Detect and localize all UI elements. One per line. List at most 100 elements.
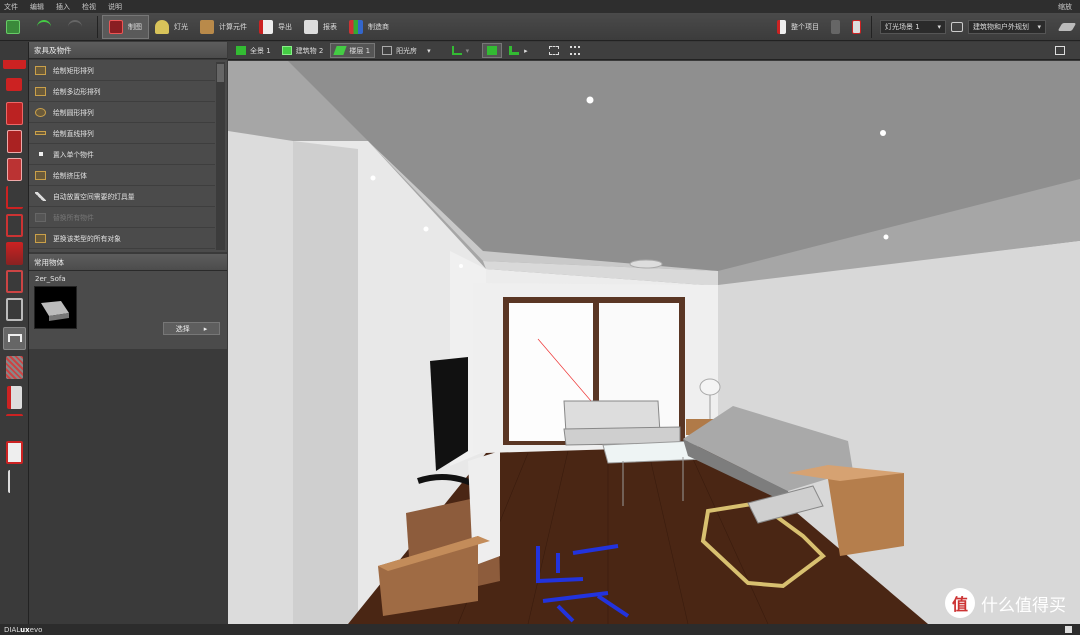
roof-tool-icon[interactable] <box>6 242 23 265</box>
tab-floor[interactable]: 楼层 1 <box>330 43 376 58</box>
menu-help[interactable]: 说明 <box>108 2 122 12</box>
view-solid-button[interactable] <box>482 43 503 58</box>
tool-calc[interactable]: 计算元件 <box>194 15 253 39</box>
change-type-icon <box>35 233 46 243</box>
measure-button[interactable] <box>566 43 584 58</box>
action-scrollbar[interactable] <box>216 62 225 250</box>
furniture-tool-icon[interactable] <box>3 327 26 350</box>
box-outline-icon[interactable] <box>6 214 23 237</box>
menu-file[interactable]: 文件 <box>4 2 18 12</box>
fullscreen-button[interactable] <box>1051 43 1069 58</box>
action-change-type[interactable]: 更换该类型的所有对象 <box>29 228 215 249</box>
brand-suffix: evo <box>29 625 43 634</box>
floor-tool-icon[interactable] <box>3 46 26 69</box>
action-auto-place[interactable]: 自动放置空间需要的灯具量 <box>29 186 215 207</box>
room-tool-icon[interactable] <box>6 78 22 91</box>
window-box-icon[interactable] <box>6 270 23 293</box>
save-icon <box>6 19 20 34</box>
project-button[interactable]: 整个项目 <box>771 15 825 39</box>
view-wire-button[interactable]: ▸ <box>505 43 532 58</box>
tool-draw[interactable]: 制图 <box>102 14 149 39</box>
planning-select[interactable]: 建筑物和户外规划 ▾ <box>968 20 1046 34</box>
fit-icon <box>548 46 559 55</box>
wire-view-icon <box>509 46 520 55</box>
plane-button[interactable] <box>1054 15 1080 39</box>
solid-view-icon <box>487 46 498 55</box>
watermark: 值 什么值得买 <box>945 588 1066 618</box>
menu-edit[interactable]: 编辑 <box>30 2 44 12</box>
panel-title: 家具及物件 <box>29 42 227 59</box>
choose-button[interactable]: 选择 ▸ <box>163 322 220 335</box>
undo-icon <box>37 19 51 34</box>
draw-icon <box>109 19 123 34</box>
polygon-array-icon <box>35 86 46 96</box>
extrusion-icon <box>35 170 46 180</box>
luminaire-tool-icon[interactable] <box>7 386 22 409</box>
scrollbar-thumb[interactable] <box>217 64 224 82</box>
chevron-right-icon: ▸ <box>203 324 208 333</box>
action-polygon-array[interactable]: 绘制多边形排列 <box>29 81 215 102</box>
action-place-single[interactable]: 置入单个物件 <box>29 144 215 165</box>
report-icon <box>304 19 318 34</box>
cube-red-icon[interactable] <box>6 102 23 125</box>
fit-view-button[interactable] <box>545 43 563 58</box>
tool-calc-label: 计算元件 <box>219 22 247 31</box>
redo-button[interactable] <box>62 15 93 39</box>
tab-label: 楼层 1 <box>349 46 371 55</box>
action-replace-all[interactable]: 替换所有物件 <box>29 207 215 228</box>
3d-viewport[interactable] <box>228 61 1080 624</box>
tab-overview[interactable]: 全景 1 <box>232 43 275 58</box>
menu-view[interactable]: 检视 <box>82 2 96 12</box>
action-line-array[interactable]: 绘制直线排列 <box>29 123 215 144</box>
building-icon <box>281 46 292 55</box>
arrange-tool-icon[interactable] <box>6 414 23 437</box>
chevron-down-icon: ▾ <box>1037 23 1041 31</box>
tab-label: 阳光房 <box>396 46 418 55</box>
action-label: 绘制挤压体 <box>53 172 87 180</box>
view-tabs: 全景 1 建筑物 2 楼层 1 阳光房 ▾ ▾ ▸ <box>228 42 1080 60</box>
action-extrusion[interactable]: 绘制挤压体 <box>29 165 215 186</box>
screen-button[interactable] <box>946 15 968 39</box>
tab-sunroom[interactable]: 阳光房 ▾ <box>378 43 435 58</box>
chevron-right-icon: ▸ <box>524 46 528 55</box>
tool-light[interactable]: 灯光 <box>149 15 194 39</box>
door-tool-icon[interactable] <box>7 158 22 181</box>
tab-building[interactable]: 建筑物 2 <box>278 43 328 58</box>
action-circle-array[interactable]: 绘制圆形排列 <box>29 102 215 123</box>
tool-manufacturer[interactable]: 制造商 <box>343 15 395 39</box>
light-scene-select[interactable]: 灯光场景 1 ▾ <box>880 20 946 34</box>
tree-tool-icon[interactable] <box>8 470 22 493</box>
chevron-down-icon: ▾ <box>465 46 470 55</box>
table-icon <box>8 334 22 342</box>
export-icon <box>259 19 273 34</box>
tool-report[interactable]: 报表 <box>298 15 343 39</box>
single-object-icon <box>39 152 43 156</box>
snap-button[interactable]: ▾ <box>448 43 474 58</box>
calc-area-icon[interactable] <box>6 441 23 464</box>
tab-label: 全景 1 <box>250 46 271 55</box>
circle-array-icon <box>35 107 46 117</box>
planning-value: 建筑物和户外规划 <box>973 23 1029 31</box>
zoom-menu[interactable]: 缩放 <box>1058 2 1072 12</box>
manufacturer-icon <box>349 19 363 34</box>
menu-insert[interactable]: 插入 <box>56 2 70 12</box>
action-rect-array[interactable]: 绘制矩形排列 <box>29 60 215 81</box>
sofa-thumbnail[interactable] <box>34 286 77 329</box>
save-button[interactable] <box>0 15 31 39</box>
texture-tool-icon[interactable] <box>6 356 23 379</box>
gray-cube-icon[interactable] <box>6 298 23 321</box>
delete-disabled-button[interactable] <box>825 15 846 39</box>
side-panel: 家具及物件 绘制矩形排列 绘制多边形排列 绘制圆形排列 绘制直线排列 置入单个物… <box>29 42 227 624</box>
action-label: 自动放置空间需要的灯具量 <box>53 193 135 201</box>
tab-label: 建筑物 2 <box>295 46 324 55</box>
delete-button[interactable] <box>846 15 867 39</box>
undo-button[interactable] <box>31 15 62 39</box>
corner-tool-icon[interactable] <box>6 186 23 209</box>
wall-tool-icon[interactable] <box>7 130 22 153</box>
app-brand: DIALuxevo <box>4 626 42 634</box>
action-label: 替换所有物件 <box>53 214 94 222</box>
tool-export[interactable]: 导出 <box>253 15 298 39</box>
brand-prefix: DIAL <box>4 625 21 634</box>
line-array-icon <box>35 131 46 135</box>
project-icon <box>777 20 786 34</box>
